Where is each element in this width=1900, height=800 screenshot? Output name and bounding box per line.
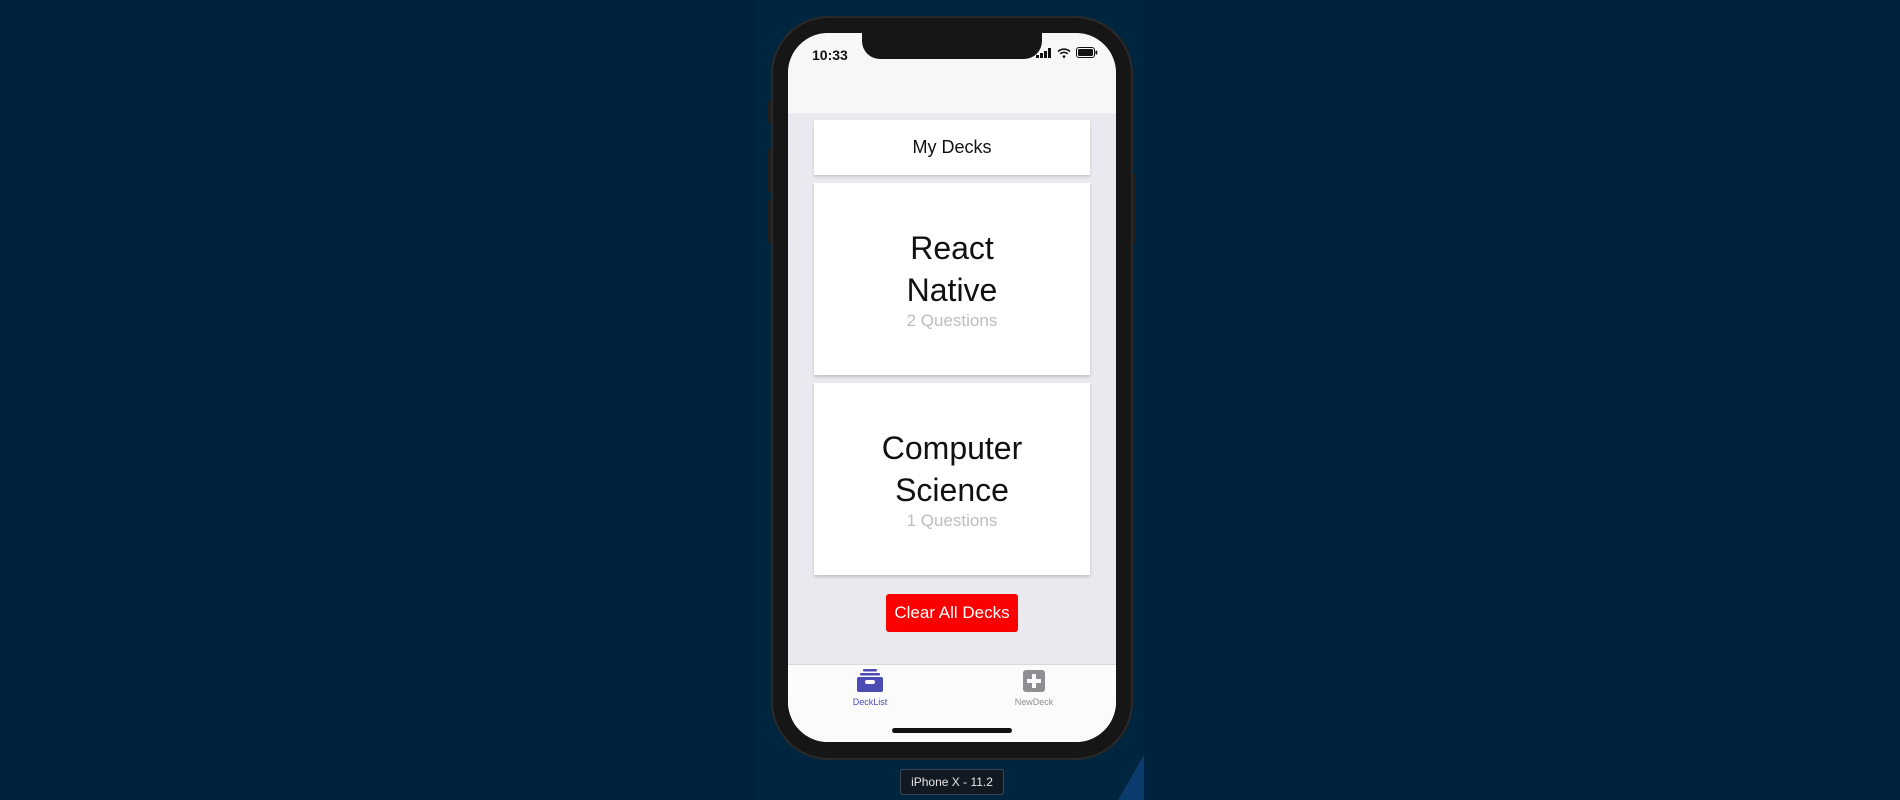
archive-icon xyxy=(857,669,883,692)
app-screen: 10:33 My Decks React Native 2 Questions … xyxy=(788,33,1116,742)
mute-switch xyxy=(768,100,771,124)
deck-question-count: 1 Questions xyxy=(906,511,998,530)
deck-card[interactable]: React Native 2 Questions xyxy=(814,183,1090,375)
clear-all-decks-button[interactable]: Clear All Decks xyxy=(886,594,1018,632)
tab-decklist[interactable]: DeckList xyxy=(788,669,952,719)
tab-label: DeckList xyxy=(852,697,888,707)
deck-card[interactable]: Computer Science 1 Questions xyxy=(814,383,1090,575)
device-label: iPhone X - 11.2 xyxy=(900,769,1004,795)
tab-label: NewDeck xyxy=(1014,697,1054,707)
status-bar: 10:33 xyxy=(788,33,1116,113)
deck-title: React Native xyxy=(906,230,998,308)
tab-newdeck[interactable]: NewDeck xyxy=(952,669,1116,719)
deck-question-count: 2 Questions xyxy=(906,311,998,330)
status-icons xyxy=(1036,47,1098,58)
battery-icon xyxy=(1076,47,1098,58)
plus-square-icon xyxy=(1023,670,1045,692)
volume-down-button xyxy=(768,200,771,244)
status-time: 10:33 xyxy=(812,47,848,63)
power-button xyxy=(1133,174,1136,244)
deck-title: Computer Science xyxy=(881,430,1023,508)
volume-up-button xyxy=(768,148,771,192)
wifi-icon xyxy=(1057,47,1071,58)
simulator-stage: 10:33 My Decks React Native 2 Questions … xyxy=(0,0,1900,800)
page-title: My Decks xyxy=(814,120,1090,175)
home-indicator[interactable] xyxy=(892,728,1012,733)
signal-icon xyxy=(1036,47,1051,58)
notch xyxy=(862,33,1042,59)
